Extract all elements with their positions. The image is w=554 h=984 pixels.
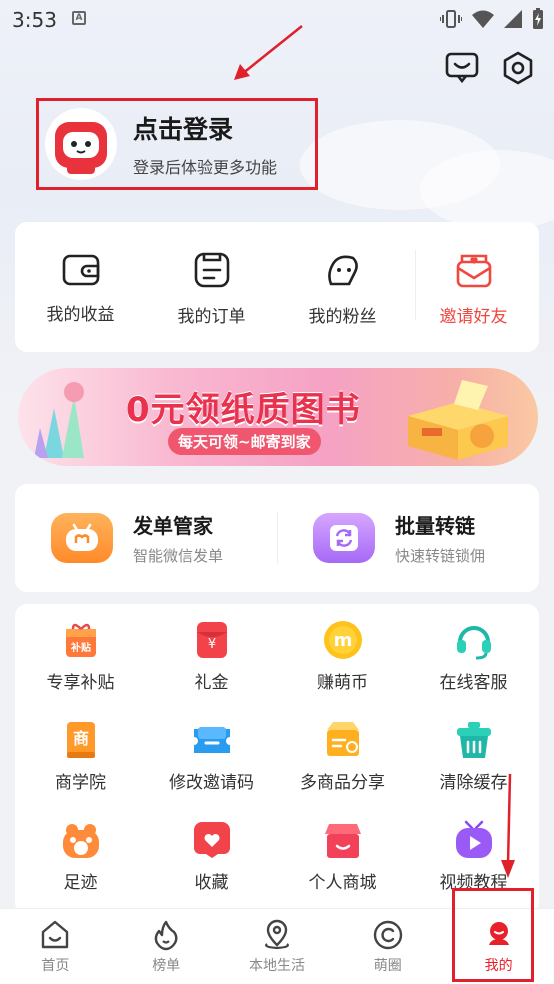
annotation-arrow: [234, 25, 303, 80]
quick-actions-card: 我的收益 我的订单 我的粉丝 邀请好友: [15, 222, 539, 352]
login-subtitle: 登录后体验更多功能: [133, 158, 278, 177]
settings-icon[interactable]: [500, 50, 536, 86]
tools-card: 发单管家 智能微信发单 批量转链 快速转链锁佣: [15, 484, 539, 592]
book-icon: 商: [61, 720, 101, 760]
grid-label: 收藏: [194, 873, 229, 893]
svg-text:¥: ¥: [207, 637, 215, 652]
nav-item-ranking[interactable]: 榜单: [111, 909, 222, 984]
invite-envelope-icon: [456, 254, 491, 288]
home-icon: [42, 920, 69, 949]
grid-label: 商学院: [55, 773, 106, 793]
gift-box-icon: [408, 380, 508, 460]
quick-label: 我的订单: [177, 307, 246, 327]
quick-label: 邀请好友: [439, 307, 508, 327]
trash-icon: [454, 720, 494, 760]
grid-label: 礼金: [194, 673, 229, 693]
svg-text:m: m: [333, 630, 352, 651]
login-title[interactable]: 点击登录: [133, 110, 277, 146]
order-icon: [194, 252, 229, 288]
wallet-icon: [62, 254, 99, 286]
quick-item-earnings[interactable]: 我的收益: [15, 222, 146, 352]
quick-item-fans[interactable]: 我的粉丝: [277, 222, 408, 352]
nav-label: 本地生活: [248, 958, 305, 974]
nav-label: 榜单: [152, 958, 181, 974]
status-icons: [440, 8, 544, 30]
shop-icon: [323, 820, 363, 860]
subsidy-icon: 补贴: [61, 620, 101, 660]
grid-item-customer-service[interactable]: 在线客服: [408, 620, 539, 720]
quick-label: 我的收益: [46, 305, 115, 325]
features-grid: 补贴 专享补贴 ¥ 礼金 m 赚萌币 在线客服 商 商学院 修改邀请码 多商品分…: [15, 604, 539, 914]
nav-item-home[interactable]: 首页: [0, 909, 111, 984]
grid-label: 个人商城: [308, 873, 377, 893]
divider: [277, 512, 278, 564]
vibrate-icon: [440, 10, 462, 28]
grid-label: 修改邀请码: [169, 773, 254, 793]
header-actions: [444, 50, 536, 86]
annotation-highlight-box: [452, 888, 534, 982]
tool-subtitle: 智能微信发单: [133, 547, 224, 565]
grid-item-multi-share[interactable]: 多商品分享: [277, 720, 408, 820]
message-icon[interactable]: [444, 50, 480, 86]
battery-icon: [533, 8, 543, 29]
grid-item-cash-gift[interactable]: ¥ 礼金: [146, 620, 277, 720]
grid-label: 赚萌币: [317, 673, 368, 693]
status-time: 3:53: [12, 8, 57, 32]
fans-icon: [327, 255, 358, 286]
avatar: [45, 108, 117, 180]
nav-label: 首页: [41, 958, 70, 974]
grid-label: 多商品分享: [300, 773, 385, 793]
grid-label: 足迹: [63, 873, 98, 893]
video-icon: [454, 820, 494, 860]
quick-label: 我的粉丝: [308, 307, 377, 327]
flame-icon: [154, 920, 178, 951]
grid-label: 专享补贴: [46, 673, 115, 693]
promo-banner[interactable]: 0元领纸质图书 每天可领~邮寄到家: [18, 368, 538, 466]
banner-subtitle: 每天可领~邮寄到家: [168, 428, 321, 455]
annotation-arrow: [501, 773, 515, 878]
convert-icon: [313, 513, 375, 563]
grid-item-personal-mall[interactable]: 个人商城: [277, 820, 408, 920]
grid-label: 在线客服: [439, 673, 508, 693]
divider: [415, 250, 416, 320]
location-icon: [265, 919, 289, 950]
paw-icon: [61, 820, 101, 860]
status-a-icon: A: [72, 11, 86, 25]
tool-batch-convert[interactable]: 批量转链 快速转链锁佣: [277, 484, 539, 592]
circle-icon: [373, 920, 402, 950]
headset-icon: [454, 620, 494, 660]
nav-item-local-life[interactable]: 本地生活: [222, 909, 333, 984]
svg-text:商: 商: [72, 729, 88, 748]
red-envelope-icon: ¥: [192, 620, 232, 660]
tool-title: 批量转链: [395, 514, 475, 538]
banner-title: 0元领纸质图书: [126, 390, 361, 430]
crystal-decoration-icon: [34, 382, 84, 458]
quick-item-orders[interactable]: 我的订单: [146, 222, 277, 352]
login-profile[interactable]: 点击登录 登录后体验更多功能: [36, 98, 318, 190]
nav-label: 萌圈: [373, 958, 402, 974]
grid-item-clear-cache[interactable]: 清除缓存: [408, 720, 539, 820]
grid-item-subsidy[interactable]: 补贴 专享补贴: [15, 620, 146, 720]
wifi-icon: [472, 10, 494, 28]
grid-item-favorites[interactable]: 收藏: [146, 820, 277, 920]
coin-icon: m: [323, 620, 363, 660]
grid-item-change-invite-code[interactable]: 修改邀请码: [146, 720, 277, 820]
tool-subtitle: 快速转链锁佣: [395, 547, 486, 565]
cloud-decoration: [420, 150, 554, 230]
grid-item-earn-coins[interactable]: m 赚萌币: [277, 620, 408, 720]
nav-item-circle[interactable]: 萌圈: [332, 909, 443, 984]
robot-icon: [51, 513, 113, 563]
heart-icon: [192, 820, 232, 860]
grid-item-footprint[interactable]: 足迹: [15, 820, 146, 920]
quick-item-invite[interactable]: 邀请好友: [408, 222, 539, 352]
box-share-icon: [323, 720, 363, 760]
svg-text:补贴: 补贴: [70, 641, 91, 654]
signal-icon: [504, 10, 522, 28]
grid-item-business-school[interactable]: 商 商学院: [15, 720, 146, 820]
ticket-icon: [192, 720, 232, 760]
tool-order-manager[interactable]: 发单管家 智能微信发单: [15, 484, 277, 592]
tool-title: 发单管家: [133, 514, 213, 538]
